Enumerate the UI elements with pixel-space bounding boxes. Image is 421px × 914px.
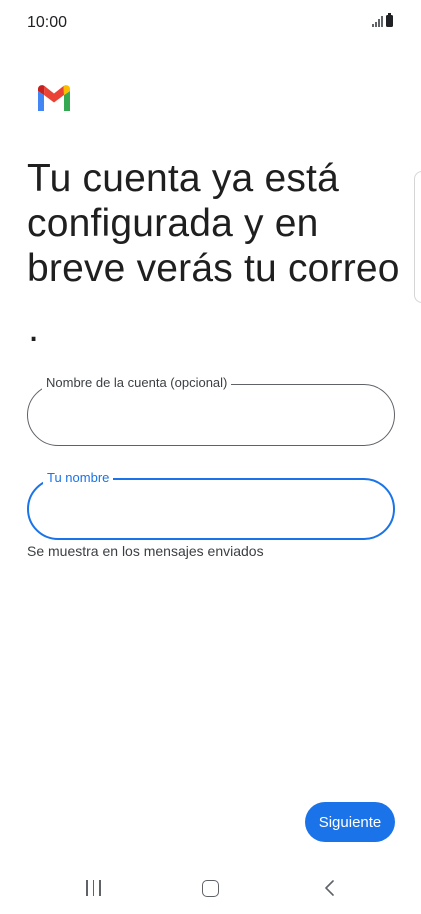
gmail-logo-icon [38, 85, 70, 111]
account-name-input[interactable] [46, 403, 376, 427]
your-name-field[interactable]: Tu nombre [27, 470, 395, 540]
account-name-field[interactable]: Nombre de la cuenta (opcional) [27, 375, 395, 446]
screen: 10:00 Tu cuenta ya está configurada y en… [0, 0, 421, 914]
recent-apps-icon[interactable] [86, 880, 101, 896]
status-bar: 10:00 [0, 0, 421, 44]
signal-icon [372, 15, 383, 27]
edge-panel-handle[interactable] [414, 171, 421, 303]
your-name-label: Tu nombre [43, 470, 114, 486]
battery-icon [386, 13, 393, 27]
status-icons [372, 13, 393, 27]
home-icon[interactable] [202, 880, 219, 897]
navigation-bar [0, 862, 421, 914]
title-trailing-dot: . [28, 306, 40, 350]
account-name-label: Nombre de la cuenta (opcional) [42, 375, 232, 391]
your-name-helper-text: Se muestra en los mensajes enviados [27, 543, 264, 559]
back-icon[interactable] [323, 879, 337, 897]
your-name-input[interactable] [47, 498, 377, 522]
page-title: Tu cuenta ya está configurada y en breve… [27, 157, 400, 290]
next-button[interactable]: Siguiente [305, 802, 395, 842]
status-time: 10:00 [27, 14, 68, 31]
